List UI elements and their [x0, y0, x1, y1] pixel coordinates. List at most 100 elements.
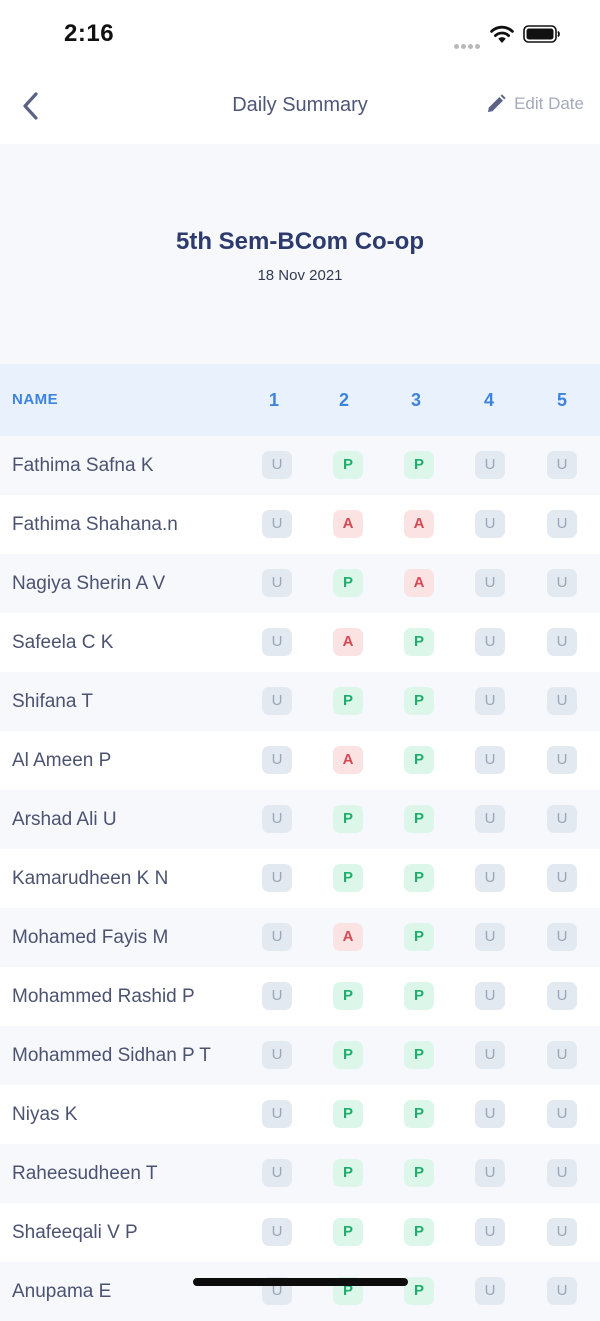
attendance-badge-period-5[interactable]: U [547, 923, 577, 951]
attendance-badge-period-4[interactable]: U [475, 982, 505, 1010]
attendance-badge-period-3[interactable]: P [404, 1218, 434, 1246]
attendance-badge-period-1[interactable]: U [262, 982, 292, 1010]
attendance-badge-period-1[interactable]: U [262, 569, 292, 597]
attendance-badge-period-1[interactable]: U [262, 923, 292, 951]
student-name: Arshad Ali U [12, 809, 117, 830]
attendance-badge-period-5[interactable]: U [547, 1041, 577, 1069]
attendance-badge-period-2[interactable]: A [333, 510, 363, 538]
attendance-badge-period-2[interactable]: P [333, 805, 363, 833]
attendance-badge-period-4[interactable]: U [475, 864, 505, 892]
attendance-badge-period-3[interactable]: P [404, 1100, 434, 1128]
attendance-badge-period-3[interactable]: P [404, 805, 434, 833]
table-header: NAME 1 2 3 4 5 [0, 364, 600, 436]
edit-date-button[interactable]: Edit Date [486, 94, 584, 114]
status-time: 2:16 [64, 20, 115, 47]
attendance-badge-period-3[interactable]: P [404, 1041, 434, 1069]
attendance-badge-period-4[interactable]: U [475, 923, 505, 951]
student-name: Mohamed Fayis M [12, 927, 169, 948]
student-name: Kamarudheen K N [12, 868, 169, 889]
wifi-icon [490, 25, 514, 43]
attendance-badge-period-2[interactable]: P [333, 1159, 363, 1187]
attendance-badge-period-3[interactable]: P [404, 982, 434, 1010]
attendance-badge-period-3[interactable]: P [404, 1277, 434, 1305]
table-row: Kamarudheen K N U P P U U [0, 849, 600, 908]
attendance-badge-period-5[interactable]: U [547, 510, 577, 538]
attendance-badge-period-2[interactable]: P [333, 982, 363, 1010]
attendance-badge-period-1[interactable]: U [262, 746, 292, 774]
attendance-badge-period-2[interactable]: P [333, 1041, 363, 1069]
attendance-badge-period-5[interactable]: U [547, 982, 577, 1010]
column-header-period-3: 3 [410, 390, 421, 410]
class-date: 18 Nov 2021 [257, 267, 343, 284]
attendance-badge-period-2[interactable]: A [333, 628, 363, 656]
attendance-badge-period-3[interactable]: P [404, 687, 434, 715]
attendance-badge-period-2[interactable]: A [333, 923, 363, 951]
attendance-badge-period-2[interactable]: P [333, 687, 363, 715]
attendance-badge-period-4[interactable]: U [475, 1041, 505, 1069]
attendance-badge-period-4[interactable]: U [475, 510, 505, 538]
attendance-badge-period-5[interactable]: U [547, 451, 577, 479]
column-header-period-4: 4 [483, 390, 494, 410]
attendance-badge-period-3[interactable]: A [404, 569, 434, 597]
student-name: Shafeeqali V P [12, 1222, 138, 1243]
student-name: Fathima Safna K [12, 455, 154, 476]
column-header-period-2: 2 [338, 390, 349, 410]
pencil-icon [488, 94, 506, 112]
summary-header: 5th Sem-BCom Co-op 18 Nov 2021 [0, 144, 600, 364]
attendance-badge-period-1[interactable]: U [262, 1218, 292, 1246]
attendance-badge-period-4[interactable]: U [475, 1277, 505, 1305]
attendance-badge-period-5[interactable]: U [547, 746, 577, 774]
attendance-badge-period-1[interactable]: U [262, 510, 292, 538]
attendance-badge-period-3[interactable]: P [404, 1159, 434, 1187]
attendance-badge-period-4[interactable]: U [475, 569, 505, 597]
attendance-badge-period-5[interactable]: U [547, 864, 577, 892]
attendance-badge-period-4[interactable]: U [475, 1218, 505, 1246]
attendance-badge-period-5[interactable]: U [547, 569, 577, 597]
attendance-badge-period-2[interactable]: P [333, 1100, 363, 1128]
attendance-badge-period-4[interactable]: U [475, 1100, 505, 1128]
table-row: Mohamed Fayis M U A P U U [0, 908, 600, 967]
attendance-badge-period-4[interactable]: U [475, 746, 505, 774]
table-row: Niyas K U P P U U [0, 1085, 600, 1144]
student-name: Raheesudheen T [12, 1163, 158, 1184]
attendance-badge-period-5[interactable]: U [547, 805, 577, 833]
attendance-badge-period-3[interactable]: P [404, 628, 434, 656]
student-name: Mohammed Rashid P [12, 986, 195, 1007]
student-name: Fathima Shahana.n [12, 514, 178, 535]
attendance-badge-period-1[interactable]: U [262, 864, 292, 892]
student-name: Shifana T [12, 691, 93, 712]
attendance-badge-period-2[interactable]: P [333, 1218, 363, 1246]
attendance-badge-period-1[interactable]: U [262, 451, 292, 479]
attendance-badge-period-1[interactable]: U [262, 687, 292, 715]
attendance-badge-period-3[interactable]: P [404, 864, 434, 892]
attendance-badge-period-1[interactable]: U [262, 1100, 292, 1128]
attendance-badge-period-1[interactable]: U [262, 1041, 292, 1069]
nav-bar: Daily Summary Edit Date [0, 70, 600, 144]
attendance-badge-period-2[interactable]: A [333, 746, 363, 774]
attendance-badge-period-2[interactable]: P [333, 451, 363, 479]
attendance-badge-period-4[interactable]: U [475, 687, 505, 715]
table-row: Shifana T U P P U U [0, 672, 600, 731]
attendance-badge-period-4[interactable]: U [475, 805, 505, 833]
column-header-name: NAME [12, 391, 59, 408]
table-row: Anupama EUPPUU [0, 1262, 600, 1321]
attendance-badge-period-5[interactable]: U [547, 1277, 577, 1305]
attendance-badge-period-5[interactable]: U [547, 1100, 577, 1128]
attendance-badge-period-1[interactable]: U [262, 628, 292, 656]
attendance-badge-period-4[interactable]: U [475, 451, 505, 479]
column-header-period-5: 5 [556, 390, 567, 410]
attendance-badge-period-3[interactable]: P [404, 923, 434, 951]
attendance-badge-period-5[interactable]: U [547, 1159, 577, 1187]
attendance-badge-period-2[interactable]: P [333, 569, 363, 597]
attendance-badge-period-1[interactable]: U [262, 805, 292, 833]
attendance-badge-period-5[interactable]: U [547, 628, 577, 656]
attendance-badge-period-3[interactable]: P [404, 451, 434, 479]
attendance-badge-period-4[interactable]: U [475, 628, 505, 656]
attendance-badge-period-3[interactable]: P [404, 746, 434, 774]
attendance-badge-period-5[interactable]: U [547, 687, 577, 715]
attendance-badge-period-5[interactable]: U [547, 1218, 577, 1246]
attendance-badge-period-2[interactable]: P [333, 864, 363, 892]
attendance-badge-period-4[interactable]: U [475, 1159, 505, 1187]
attendance-badge-period-1[interactable]: U [262, 1159, 292, 1187]
attendance-badge-period-3[interactable]: A [404, 510, 434, 538]
